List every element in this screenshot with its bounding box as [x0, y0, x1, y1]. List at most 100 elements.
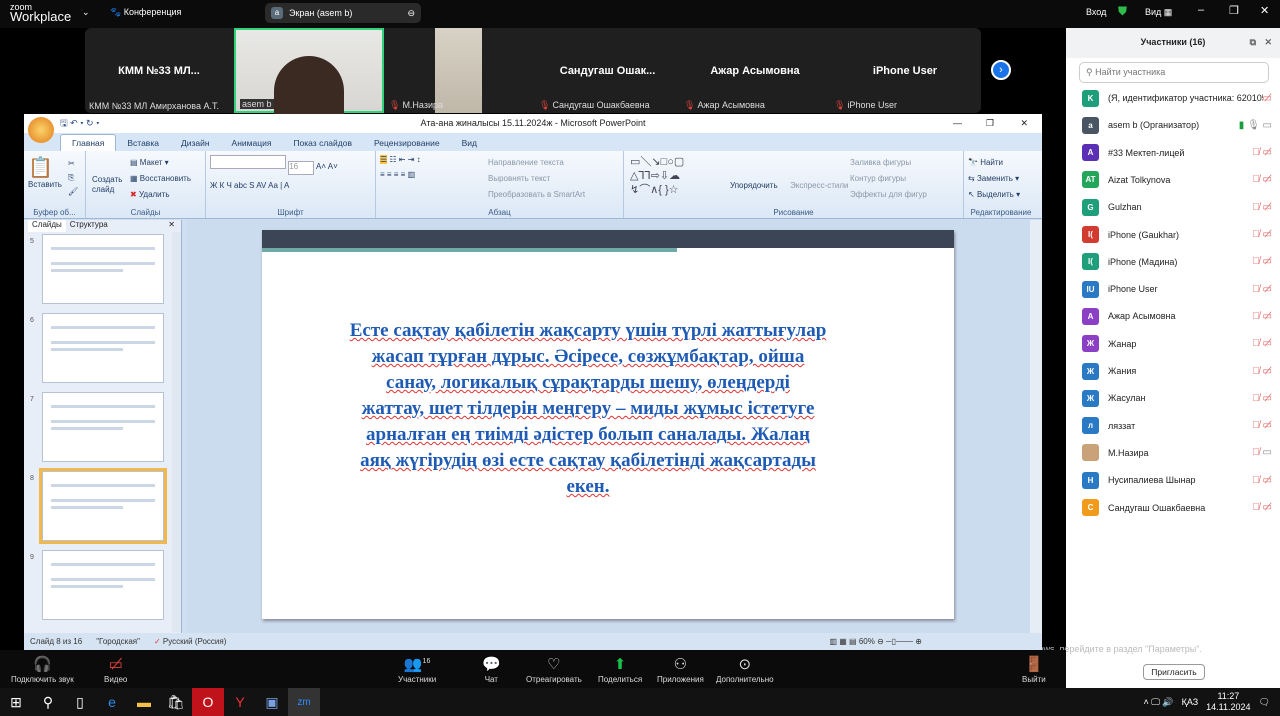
participant-status[interactable]: 🎙̸ ▭̸ — [1252, 420, 1272, 431]
yandex-icon[interactable]: Y — [224, 688, 256, 716]
office-button[interactable] — [28, 117, 54, 143]
slide-thumbnail[interactable] — [42, 550, 164, 620]
font-name-select[interactable] — [210, 155, 286, 169]
slide-thumbnail[interactable] — [42, 313, 164, 383]
edge-icon[interactable]: e — [96, 688, 128, 716]
react-button[interactable]: ♡ Отреагировать — [526, 655, 582, 684]
align-text-button[interactable]: Выровнять текст — [488, 171, 585, 187]
participant-status[interactable]: 🎙̸ ▭̸ — [1252, 202, 1272, 213]
replace-button[interactable]: ⇆ Заменить ▾ — [968, 171, 1034, 187]
participant-row[interactable]: A #33 Мектеп-лицей 🎙̸ ▭̸ — [1082, 142, 1272, 164]
participant-row[interactable]: A Ажар Асымовна 🎙̸ ▭̸ — [1082, 305, 1272, 327]
quick-access-toolbar[interactable]: 🖫 ↶ ▾ ↻ ▾ — [60, 114, 99, 133]
slide-thumbnail[interactable] — [42, 392, 164, 462]
popout-icon[interactable]: ⧉ — [1250, 28, 1256, 56]
participant-row[interactable]: М.Назира 🎙̸ ▭ — [1082, 442, 1272, 464]
shape-fill-button[interactable]: Заливка фигуры — [850, 155, 927, 171]
screen-share-pill[interactable]: a Экран (asem b) ⊖ — [265, 3, 421, 23]
leave-button[interactable]: 🚪 Выйти — [1022, 655, 1046, 684]
restore-icon[interactable]: ❐ — [1229, 4, 1239, 17]
participant-row[interactable]: Ж Жанар 🎙̸ ▭̸ — [1082, 333, 1272, 355]
participant-status[interactable]: 🎙̸ ▭̸ — [1252, 284, 1272, 295]
tab-outline[interactable]: Структура — [70, 220, 108, 232]
store-icon[interactable]: 🛍 — [160, 688, 192, 716]
sign-in-link[interactable]: Вход — [1086, 7, 1106, 17]
close-icon[interactable]: ✕ — [1260, 4, 1269, 17]
participant-status[interactable]: 🎙̸ ▭̸ — [1252, 256, 1272, 267]
video-tile-active-speaker[interactable]: asem b — [234, 28, 384, 116]
smartart-button[interactable]: Преобразовать в SmartArt — [488, 187, 585, 203]
chat-button[interactable]: 💬 Чат — [482, 655, 501, 684]
reset-button[interactable]: ▦ Восстановить — [130, 171, 191, 187]
participant-status[interactable]: ▮ 🎙 ▭ — [1239, 120, 1272, 131]
participant-row[interactable]: AT Aizat Tolkynova 🎙̸ ▭̸ — [1082, 169, 1272, 191]
shield-icon[interactable]: ⛊ — [1118, 4, 1127, 19]
word-icon[interactable]: ▣ — [256, 688, 288, 716]
participant-status[interactable]: 🎙̸ ▭̸ — [1252, 475, 1272, 486]
tab-6[interactable]: Вид — [451, 135, 488, 151]
chevron-down-icon[interactable]: ⌄ — [82, 7, 90, 18]
invite-button[interactable]: Пригласить — [1143, 664, 1205, 680]
layout-button[interactable]: ▤ Макет ▾ — [130, 155, 191, 171]
file-explorer-icon[interactable]: ▬ — [128, 688, 160, 716]
input-language[interactable]: ҚАЗ — [1182, 697, 1199, 707]
cut-copy-format-icons[interactable]: ✂ ⎘ 🖌 — [68, 157, 78, 199]
minimize-icon[interactable]: – — [1198, 4, 1204, 16]
tab-4[interactable]: Показ слайдов — [282, 135, 363, 151]
shape-outline-button[interactable]: Контур фигуры — [850, 171, 927, 187]
new-slide-button[interactable]: Создать слайд — [92, 175, 124, 195]
video-tile[interactable]: Ажар Асымовна 🎙 Ажар Асымовна — [680, 28, 830, 113]
font-format-buttons[interactable]: Ж К Ч abc S AV Aa | A — [210, 181, 371, 190]
participant-row[interactable]: G Gulzhan 🎙̸ ▭̸ — [1082, 196, 1272, 218]
editor-scrollbar[interactable] — [1030, 220, 1042, 633]
zoom-app-icon[interactable]: zm — [288, 688, 320, 716]
current-slide[interactable]: Есте сақтау қабілетін жақсарту үшін түрл… — [262, 230, 954, 619]
grow-shrink-font-icons[interactable]: A˄ A˅ — [316, 162, 338, 171]
participant-search-input[interactable]: ⚲ Найти участника — [1079, 62, 1269, 83]
video-tile[interactable]: Сандугаш Ошак... 🎙 Сандугаш Ошакбаевна — [535, 28, 680, 113]
font-size-select[interactable]: 16 — [288, 161, 315, 175]
apps-button[interactable]: ⚇ Приложения — [657, 655, 704, 684]
join-audio-button[interactable]: 🎧 Подключить звук — [11, 655, 74, 684]
next-page-icon[interactable]: › — [991, 60, 1011, 80]
clock[interactable]: 11:27 14.11.2024 — [1206, 691, 1250, 713]
participant-row[interactable]: IU iPhone User 🎙̸ ▭̸ — [1082, 278, 1272, 300]
participant-status[interactable]: 🎙̸ ▭̸ — [1252, 147, 1272, 158]
restore-icon[interactable]: ❐ — [986, 114, 994, 133]
language-indicator[interactable]: ✓ Русский (Россия) — [154, 633, 226, 650]
participant-status[interactable]: 🎙̸ ▭̸ — [1252, 366, 1272, 377]
slide-thumbnail[interactable] — [39, 468, 167, 544]
participant-row[interactable]: K (Я, идентификатор участника: 620105) ▭̸ — [1082, 87, 1272, 109]
opera-icon[interactable]: O — [192, 688, 224, 716]
tab-slides[interactable]: Слайды — [28, 220, 66, 232]
participant-status[interactable]: 🎙̸ ▭̸ — [1252, 502, 1272, 513]
participant-row[interactable]: С Сандугаш Ошакбаевна 🎙̸ ▭̸ — [1082, 497, 1272, 519]
participant-row[interactable]: I(iPhone (Gaukhar) 🎙̸ ▭̸ — [1082, 224, 1272, 246]
more-button[interactable]: ⊙ Дополнительно — [716, 655, 774, 684]
minimize-icon[interactable]: — — [953, 114, 962, 133]
participant-status[interactable]: 🎙̸ ▭̸ — [1252, 229, 1272, 240]
view-button[interactable]: Вид ▦ — [1145, 7, 1172, 18]
tab-3[interactable]: Анимация — [221, 135, 283, 151]
arrange-button[interactable]: Упорядочить — [730, 181, 778, 190]
share-button[interactable]: ⬆ Поделиться — [598, 655, 642, 684]
participant-status[interactable]: 🎙̸ ▭̸ — [1252, 393, 1272, 404]
participant-status[interactable]: 🎙̸ ▭̸ — [1252, 174, 1272, 185]
video-tile[interactable]: iPhone User 🎙 iPhone User — [830, 28, 980, 113]
notifications-icon[interactable]: 🗨 — [1259, 697, 1270, 708]
zoom-controls[interactable]: ▥ ▦ ▤ 60% ⊖ ─▯─── ⊕ — [829, 633, 922, 650]
participant-status[interactable]: ▭̸ — [1263, 93, 1272, 104]
close-icon[interactable]: ✕ — [1264, 28, 1272, 56]
close-icon[interactable]: ✕ — [1020, 114, 1028, 133]
tab-2[interactable]: Дизайн — [170, 135, 221, 151]
slides-scrollbar[interactable] — [172, 232, 181, 632]
participant-status[interactable]: 🎙̸ ▭̸ — [1252, 338, 1272, 349]
start-icon[interactable]: ⊞ — [0, 688, 32, 716]
tab-1[interactable]: Вставка — [116, 135, 170, 151]
participant-row[interactable]: Ж Жания 🎙̸ ▭̸ — [1082, 360, 1272, 382]
close-icon[interactable]: ✕ — [168, 220, 175, 232]
search-icon[interactable]: ⚲ — [32, 688, 64, 716]
text-direction-button[interactable]: Направление текста — [488, 155, 585, 171]
participant-row[interactable]: л ляззат 🎙̸ ▭̸ — [1082, 415, 1272, 437]
quick-styles-button[interactable]: Экспресс-стили — [790, 181, 849, 190]
